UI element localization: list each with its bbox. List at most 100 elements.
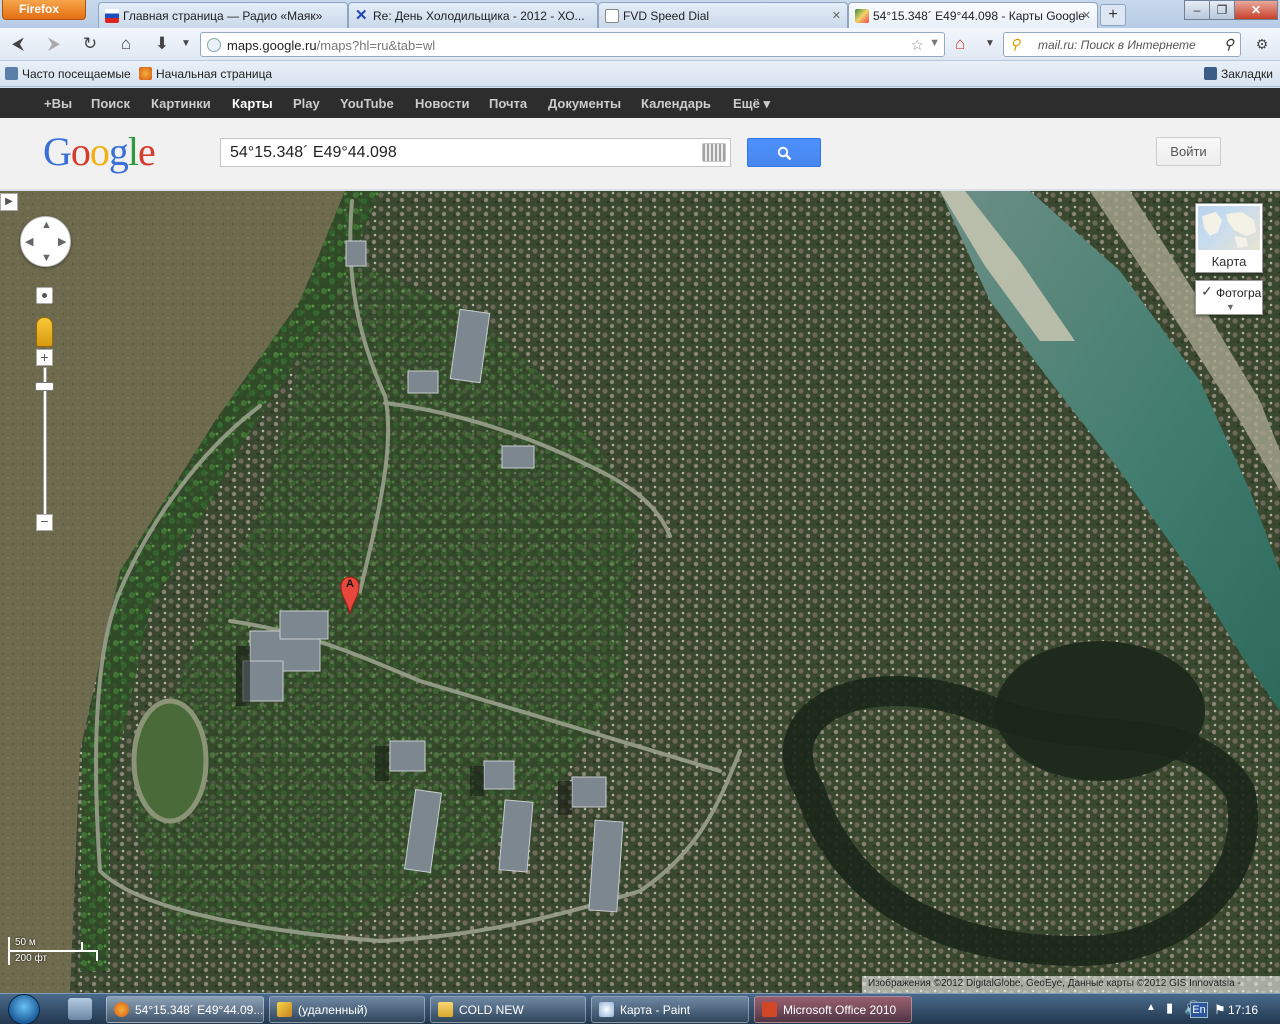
gbar-link-docs[interactable]: Документы bbox=[548, 96, 621, 111]
bookmark-most-visited[interactable]: Часто посещаемые bbox=[5, 67, 131, 81]
marker-letter: A bbox=[346, 578, 354, 590]
world-map-icon bbox=[1202, 212, 1256, 248]
search-button[interactable] bbox=[747, 138, 821, 167]
pan-control[interactable]: ▲ ▼ ◀ ▶ bbox=[20, 216, 71, 267]
show-desktop-icon[interactable] bbox=[68, 998, 92, 1020]
taskbar-firefox[interactable]: 54°15.348´ E49°44.09... bbox=[106, 996, 264, 1023]
address-bar[interactable]: maps.google.ru/maps?hl=ru&tab=wl ☆ ▼ bbox=[200, 32, 945, 57]
chevron-down-icon[interactable]: ▼ bbox=[174, 33, 198, 55]
mail-ru-search-icon[interactable]: ⚲ bbox=[1010, 36, 1020, 53]
gbar-link-youtube[interactable]: YouTube bbox=[340, 96, 394, 111]
left-panel-toggle[interactable]: ▶ bbox=[0, 193, 18, 211]
start-button[interactable] bbox=[4, 994, 46, 1024]
tray-expand-icon[interactable]: ▲ bbox=[1146, 1002, 1156, 1013]
bookmarks-star-icon bbox=[1204, 67, 1217, 80]
bookmarks-menu[interactable]: Закладки bbox=[1204, 67, 1273, 81]
layer-label: Фотогра bbox=[1216, 286, 1262, 300]
tab-bar: Firefox Главная страница — Радио «Маяк» … bbox=[0, 0, 1280, 28]
back-icon[interactable]: ⮜ bbox=[6, 33, 30, 55]
firefox-icon bbox=[139, 67, 152, 80]
pan-down-icon[interactable]: ▼ bbox=[41, 252, 52, 264]
chevron-down-icon[interactable]: ▼ bbox=[929, 37, 940, 49]
network-icon[interactable]: ▮ bbox=[1166, 1000, 1173, 1016]
clock[interactable]: 17:16 bbox=[1228, 1003, 1258, 1017]
tab-label: Главная страница — Радио «Маяк» bbox=[123, 9, 323, 23]
firefox-icon bbox=[114, 1002, 129, 1017]
close-window-button[interactable]: ✕ bbox=[1234, 0, 1278, 20]
bookmark-star-icon[interactable]: ☆ bbox=[911, 36, 924, 54]
maps-search-input[interactable]: 54°15.348´ E49°44.098 bbox=[220, 138, 731, 167]
gbar-link-images[interactable]: Картинки bbox=[151, 96, 211, 111]
home-page-icon[interactable]: ⌂ bbox=[955, 34, 965, 54]
minimize-button[interactable]: – bbox=[1184, 0, 1210, 20]
globe-icon bbox=[207, 38, 221, 52]
gbar-link-plus[interactable]: +Вы bbox=[44, 96, 72, 111]
zoom-reset-button[interactable] bbox=[36, 287, 53, 304]
pan-up-icon[interactable]: ▲ bbox=[41, 219, 52, 231]
google-header: Google 54°15.348´ E49°44.098 Войти bbox=[0, 118, 1280, 190]
x-logo-icon: ✕ bbox=[355, 7, 368, 24]
satellite-layer-toggle[interactable]: ✓ Фотогра ▼ bbox=[1195, 280, 1263, 315]
chevron-down-icon[interactable]: ▼ bbox=[1226, 302, 1235, 312]
google-logo[interactable]: Google bbox=[43, 128, 156, 175]
tab-radio-mayak[interactable]: Главная страница — Радио «Маяк» bbox=[98, 2, 348, 28]
tab-speed-dial[interactable]: FVD Speed Dial ✕ bbox=[598, 2, 848, 28]
bookmark-home-page[interactable]: Начальная страница bbox=[139, 67, 272, 81]
close-tab-icon[interactable]: ✕ bbox=[832, 9, 841, 22]
taskbar-remote[interactable]: (удаленный) bbox=[269, 996, 425, 1023]
search-query: 54°15.348´ E49°44.098 bbox=[230, 144, 397, 161]
taskbar-folder[interactable]: COLD NEW bbox=[430, 996, 586, 1023]
gbar-link-mail[interactable]: Почта bbox=[489, 96, 527, 111]
download-icon[interactable]: ⬇ bbox=[150, 33, 174, 55]
folder-icon bbox=[438, 1002, 453, 1017]
sign-in-button[interactable]: Войти bbox=[1156, 137, 1221, 166]
gbar-link-more[interactable]: Ещё ▾ bbox=[733, 96, 770, 112]
pan-right-icon[interactable]: ▶ bbox=[58, 235, 66, 248]
speed-dial-icon bbox=[605, 9, 619, 23]
gbar-link-maps[interactable]: Карты bbox=[232, 96, 273, 111]
url-domain: maps.google.ru bbox=[227, 38, 317, 53]
reload-icon[interactable]: ↻ bbox=[78, 33, 102, 55]
navigation-toolbar: ⮜ ⮞ ↻ ⌂ ⬇ ▼ maps.google.ru/maps?hl=ru&ta… bbox=[0, 28, 1280, 61]
search-placeholder: mail.ru: Поиск в Интернете bbox=[1038, 38, 1196, 52]
new-tab-button[interactable]: + bbox=[1100, 4, 1126, 26]
taskbar-office[interactable]: Microsoft Office 2010 bbox=[754, 996, 912, 1023]
bookmarks-toolbar: Часто посещаемые Начальная страница Закл… bbox=[0, 61, 1280, 87]
taskbar-paint[interactable]: Карта - Paint bbox=[591, 996, 749, 1023]
gbar-link-play[interactable]: Play bbox=[293, 96, 320, 111]
flag-icon[interactable]: ⚑ bbox=[1214, 1002, 1226, 1018]
map-type-switcher[interactable]: Карта bbox=[1195, 203, 1263, 273]
tab-google-maps[interactable]: 54°15.348´ E49°44.098 - Карты Google ✕ bbox=[848, 2, 1098, 28]
system-tray: ▲ ▮ 🔊 En ⚑ 17:16 bbox=[1140, 994, 1280, 1024]
url-path: /maps?hl=ru&tab=wl bbox=[316, 38, 436, 53]
location-marker[interactable]: A bbox=[340, 575, 360, 615]
radio-flag-icon bbox=[105, 9, 119, 23]
gbar-link-calendar[interactable]: Календарь bbox=[641, 96, 711, 111]
maximize-button[interactable]: ❐ bbox=[1209, 0, 1235, 20]
map-type-label: Карта bbox=[1211, 254, 1247, 269]
tab-forum[interactable]: ✕ Re: День Холодильщика - 2012 - ХО... bbox=[348, 2, 598, 28]
search-icon[interactable]: ⚲ bbox=[1224, 36, 1234, 53]
home-icon[interactable]: ⌂ bbox=[114, 33, 138, 55]
checkmark-icon: ✓ bbox=[1201, 283, 1213, 299]
satellite-map[interactable]: ▶ ▲ ▼ ◀ ▶ + − Карта ✓ Фотогра ▼ 50 м 200… bbox=[0, 191, 1280, 993]
pan-left-icon[interactable]: ◀ bbox=[25, 235, 33, 248]
magnifier-icon bbox=[777, 146, 792, 161]
scale-bar: 50 м 200 фт bbox=[8, 937, 100, 965]
gbar-link-search[interactable]: Поиск bbox=[91, 96, 130, 111]
satellite-imagery bbox=[0, 191, 1280, 993]
gbar-link-news[interactable]: Новости bbox=[415, 96, 470, 111]
firefox-menu-button[interactable]: Firefox bbox=[2, 0, 86, 20]
extension-icon[interactable]: ⚙ bbox=[1250, 33, 1274, 55]
close-tab-icon[interactable]: ✕ bbox=[1082, 9, 1091, 22]
search-bar[interactable]: ⚲ mail.ru: Поиск в Интернете ⚲ bbox=[1003, 32, 1241, 57]
chevron-down-icon[interactable]: ▼ bbox=[978, 33, 1002, 55]
window-controls: – ❐ ✕ bbox=[1176, 0, 1280, 20]
forward-icon[interactable]: ⮞ bbox=[42, 33, 66, 55]
language-indicator[interactable]: En bbox=[1190, 1002, 1208, 1018]
keyboard-icon[interactable] bbox=[702, 143, 726, 162]
zoom-slider-thumb[interactable] bbox=[35, 382, 54, 391]
pegman-street-view-icon[interactable] bbox=[36, 317, 53, 347]
zoom-in-button[interactable]: + bbox=[36, 349, 53, 366]
zoom-out-button[interactable]: − bbox=[36, 514, 53, 531]
